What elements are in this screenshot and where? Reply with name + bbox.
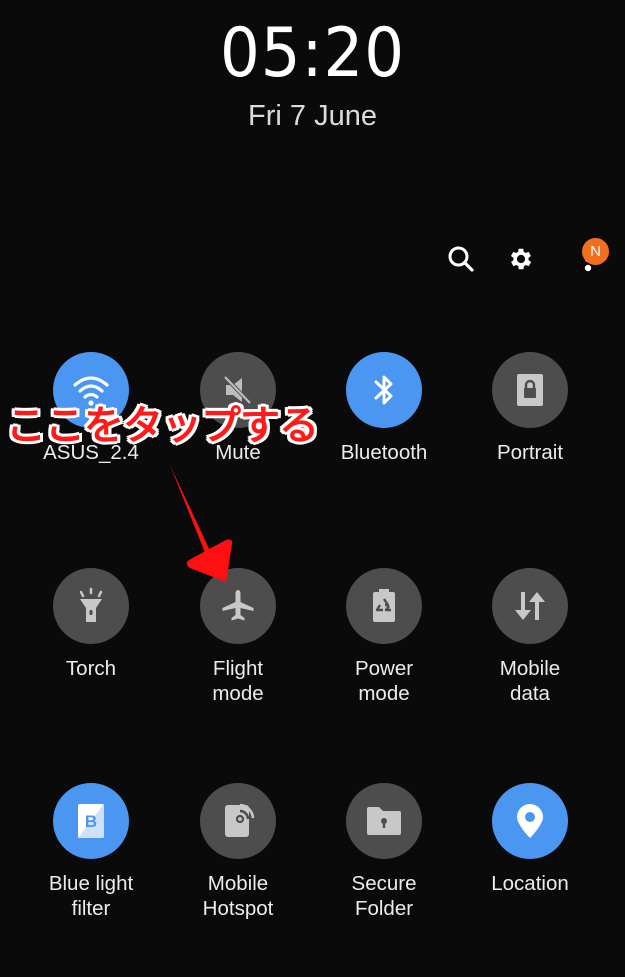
tile-torch-circle[interactable]	[53, 568, 129, 644]
tile-mobile-hotspot[interactable]: Mobile Hotspot	[165, 783, 311, 921]
mobile-data-icon	[515, 592, 545, 620]
tile-bluetooth-circle[interactable]	[346, 352, 422, 428]
location-icon	[517, 804, 543, 838]
tile-bluetooth-label: Bluetooth	[340, 441, 428, 464]
annotation-text: ここをタップする	[6, 403, 319, 449]
tile-mobile-data-circle[interactable]	[492, 568, 568, 644]
tile-mobile-hotspot-circle[interactable]	[200, 783, 276, 859]
notification-badge: N	[582, 238, 609, 265]
tile-flight-mode-label-line2: mode	[212, 682, 264, 705]
tile-mobile-data-label-line2: data	[510, 682, 550, 705]
tile-power-mode-label-line2: mode	[358, 682, 410, 705]
tile-secure-folder-label-line2: Folder	[354, 897, 414, 920]
tile-portrait-circle[interactable]	[492, 352, 568, 428]
tile-flight-mode-circle[interactable]	[200, 568, 276, 644]
gear-icon	[510, 248, 532, 270]
tile-torch[interactable]: Torch	[18, 568, 164, 681]
tile-portrait-label: Portrait	[496, 441, 564, 464]
tile-mobile-data[interactable]: Mobile data	[457, 568, 603, 706]
tile-flight-mode-label-line1: Flight	[212, 657, 264, 680]
tile-mobile-data-label: Mobile data	[457, 656, 603, 706]
bluetooth-icon	[374, 375, 393, 405]
tile-blue-light-filter-label-line2: filter	[71, 897, 111, 920]
tile-flight-mode-label: Flight mode	[165, 656, 311, 706]
tile-secure-folder-label-line1: Secure	[351, 872, 417, 895]
secure-folder-icon	[367, 807, 401, 835]
tile-flight-mode[interactable]: Flight mode	[165, 568, 311, 706]
tile-bluetooth[interactable]: Bluetooth	[311, 352, 457, 465]
search-button[interactable]	[441, 239, 481, 279]
tile-power-mode[interactable]: Power mode	[311, 568, 457, 706]
airplane-icon	[222, 590, 254, 621]
tile-power-mode-label-line1: Power	[354, 657, 414, 680]
tile-torch-label: Torch	[65, 657, 117, 680]
tile-blue-light-filter-label-line1: Blue light	[48, 872, 134, 895]
tile-secure-folder-label: Secure Folder	[311, 871, 457, 921]
clock-time: 05:20	[220, 14, 405, 93]
tile-location[interactable]: Location	[457, 783, 603, 896]
hotspot-icon	[225, 803, 255, 837]
tile-power-mode-circle[interactable]	[346, 568, 422, 644]
tile-mobile-hotspot-label-line2: Hotspot	[202, 897, 274, 920]
blue-light-filter-icon: B	[78, 804, 104, 838]
svg-text:B: B	[85, 812, 97, 831]
search-icon	[448, 246, 474, 272]
tile-portrait[interactable]: Portrait	[457, 352, 603, 465]
power-mode-icon	[373, 589, 395, 622]
tile-power-mode-label: Power mode	[311, 656, 457, 706]
clock-date: Fri 7 June	[248, 100, 377, 132]
torch-icon	[79, 587, 103, 622]
tile-location-label: Location	[491, 872, 569, 895]
tile-secure-folder[interactable]: Secure Folder	[311, 783, 457, 921]
tile-location-circle[interactable]	[492, 783, 568, 859]
tile-blue-light-filter[interactable]: B Blue light filter	[18, 783, 164, 921]
settings-button[interactable]	[501, 239, 541, 279]
tile-secure-folder-circle[interactable]	[346, 783, 422, 859]
tile-mobile-hotspot-label-line1: Mobile	[207, 872, 269, 895]
tile-mobile-data-label-line1: Mobile	[499, 657, 561, 680]
tile-blue-light-filter-circle[interactable]: B	[53, 783, 129, 859]
tile-blue-light-filter-label: Blue light filter	[18, 871, 164, 921]
portrait-lock-icon	[517, 374, 543, 406]
tile-mobile-hotspot-label: Mobile Hotspot	[165, 871, 311, 921]
